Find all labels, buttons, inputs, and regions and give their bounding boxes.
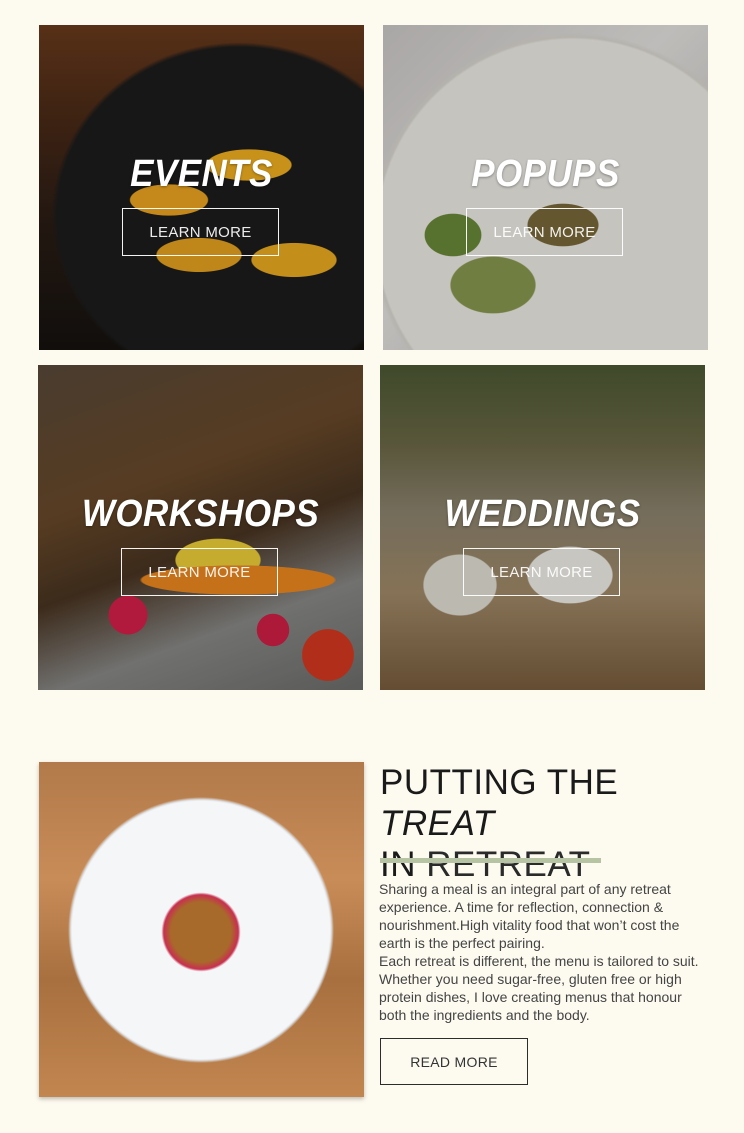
headline-part-1: PUTTING THE <box>380 763 619 802</box>
section-headline: PUTTING THE TREAT IN RETREAT <box>380 762 730 885</box>
workshops-title: WORKSHOPS <box>81 493 320 535</box>
popups-tile[interactable]: POPUPS LEARN MORE <box>383 25 708 350</box>
weddings-title: WEDDINGS <box>444 493 641 535</box>
accent-divider <box>380 858 601 863</box>
headline-retreat: RETREAT <box>416 845 591 884</box>
workshops-learn-more-button[interactable]: LEARN MORE <box>121 548 278 596</box>
headline-part-3: IN <box>380 845 416 884</box>
menu-paragraph: Each retreat is different, the menu is t… <box>379 953 699 1023</box>
popups-title: POPUPS <box>471 153 620 195</box>
weddings-tile[interactable]: WEDDINGS LEARN MORE <box>380 365 705 690</box>
retreat-dish-photo <box>39 762 364 1097</box>
workshops-tile[interactable]: WORKSHOPS LEARN MORE <box>38 365 363 690</box>
read-more-button[interactable]: READ MORE <box>380 1038 528 1085</box>
intro-paragraph: Sharing a meal is an integral part of an… <box>379 881 680 951</box>
events-learn-more-button[interactable]: LEARN MORE <box>122 208 279 256</box>
events-tile[interactable]: EVENTS LEARN MORE <box>39 25 364 350</box>
events-title: EVENTS <box>130 153 273 195</box>
popups-learn-more-button[interactable]: LEARN MORE <box>466 208 623 256</box>
headline-treat: TREAT <box>380 804 495 843</box>
weddings-learn-more-button[interactable]: LEARN MORE <box>463 548 620 596</box>
